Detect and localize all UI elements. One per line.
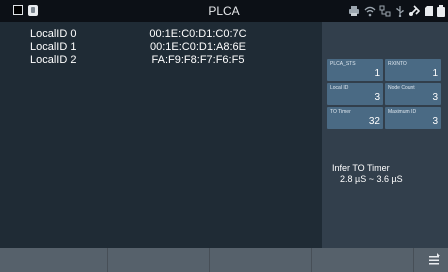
- local-id-label: LocalID 2: [30, 54, 77, 66]
- softkey-2[interactable]: [108, 248, 210, 272]
- mac-address: 00:1E:C0:D1:C0:7C: [149, 28, 247, 40]
- softkey-1[interactable]: [0, 248, 108, 272]
- cell-label: Local ID: [330, 85, 349, 91]
- status-cell-maximum-id: Maximum ID 3: [385, 107, 441, 129]
- status-cell-to-timer: TO Timer 32: [327, 107, 383, 129]
- cell-value: 3: [432, 116, 438, 127]
- bluetooth-icon: [409, 5, 420, 16]
- storage-icon: [425, 6, 433, 16]
- cell-label: RXINTO: [388, 61, 407, 67]
- softkey-bar: [0, 248, 448, 272]
- cell-value: 32: [368, 116, 380, 127]
- softkey-3[interactable]: [210, 248, 312, 272]
- status-panel: PLCA_STS 1 RXINTO 1 Local ID 3 Node Coun…: [322, 22, 448, 248]
- status-cell-rxinto: RXINTO 1: [385, 59, 441, 81]
- usb-icon: [396, 6, 404, 17]
- cell-label: PLCA_STS: [330, 61, 356, 67]
- mac-address: 00:1E:C0:D1:A8:6E: [149, 41, 246, 53]
- printer-icon: [349, 6, 359, 16]
- cell-label: Maximum ID: [388, 109, 417, 115]
- mac-address: FA:F9:F8:F7:F6:F5: [151, 54, 245, 66]
- cell-label: Node Count: [388, 85, 415, 91]
- cell-value: 1: [374, 68, 380, 79]
- softkey-4[interactable]: [312, 248, 414, 272]
- cell-label: TO Timer: [330, 109, 351, 115]
- local-id-label: LocalID 0: [30, 28, 77, 40]
- cell-value: 3: [374, 92, 380, 103]
- cell-value: 1: [432, 68, 438, 79]
- status-cell-plca-sts: PLCA_STS 1: [327, 59, 383, 81]
- status-cell-local-id: Local ID 3: [327, 83, 383, 105]
- status-bar: PLCA: [0, 0, 448, 22]
- wifi-icon: [364, 6, 376, 17]
- battery-icon: [437, 5, 445, 17]
- local-id-label: LocalID 1: [30, 41, 77, 53]
- status-cell-node-count: Node Count 3: [385, 83, 441, 105]
- infer-to-timer-title: Infer TO Timer: [332, 163, 390, 173]
- local-id-list: LocalID 0 00:1E:C0:D1:C0:7C LocalID 1 00…: [8, 22, 322, 248]
- network-icon: [379, 5, 391, 17]
- infer-to-timer-value: 2.8 µS ~ 3.6 µS: [340, 174, 403, 184]
- menu-icon[interactable]: [426, 252, 442, 268]
- cell-value: 3: [432, 92, 438, 103]
